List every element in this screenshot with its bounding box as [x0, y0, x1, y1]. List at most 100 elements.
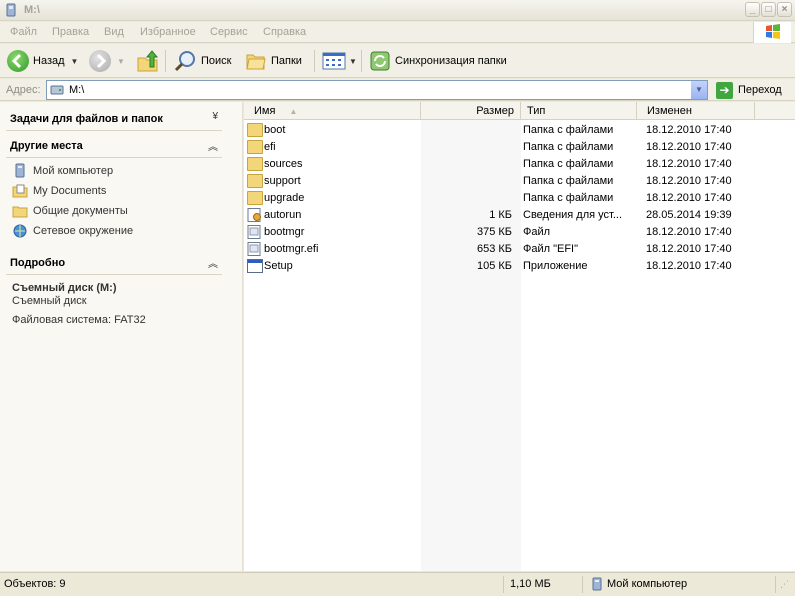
- place-link-network[interactable]: Сетевое окружение: [12, 223, 133, 239]
- resize-grip-icon[interactable]: ⋰: [780, 579, 789, 590]
- column-type-label: Тип: [527, 105, 546, 117]
- close-button[interactable]: ×: [777, 2, 792, 17]
- forward-dropdown-icon[interactable]: ▼: [117, 57, 125, 66]
- menu-file[interactable]: Файл: [10, 26, 37, 38]
- forward-button[interactable]: ▼: [89, 48, 125, 74]
- menu-help[interactable]: Справка: [263, 26, 306, 38]
- list-item[interactable]: bootmgr 375 КБ Файл 18.12.2010 17:40: [244, 224, 795, 241]
- up-folder-button[interactable]: [136, 48, 160, 74]
- details-section-header[interactable]: Подробно ︽: [0, 252, 230, 274]
- list-item[interactable]: autorun 1 КБ Сведения для уст... 28.05.2…: [244, 207, 795, 224]
- chevron-down-icon[interactable]: ¥: [212, 111, 218, 122]
- autorun-settings-icon: [247, 208, 261, 222]
- column-size[interactable]: Размер: [421, 102, 521, 120]
- search-icon: [174, 51, 195, 72]
- list-item[interactable]: bootmgr.efi 653 КБ Файл "EFI" 18.12.2010…: [244, 241, 795, 258]
- views-dropdown-icon[interactable]: ▼: [349, 57, 357, 66]
- place-link-my-documents[interactable]: My Documents: [12, 183, 106, 199]
- address-input[interactable]: M:\ ▼: [46, 80, 708, 100]
- chevron-up-icon[interactable]: ︽: [208, 255, 218, 270]
- file-type: Сведения для уст...: [523, 209, 623, 221]
- folders-button[interactable]: Папки: [245, 48, 302, 74]
- list-item[interactable]: boot Папка с файлами 18.12.2010 17:40: [244, 122, 795, 139]
- application-icon: [247, 259, 263, 273]
- place-label: Общие документы: [33, 205, 128, 217]
- list-item[interactable]: upgrade Папка с файлами 18.12.2010 17:40: [244, 190, 795, 207]
- my-computer-icon: [15, 163, 25, 178]
- column-modified[interactable]: Изменен: [637, 102, 755, 120]
- list-item[interactable]: support Папка с файлами 18.12.2010 17:40: [244, 173, 795, 190]
- search-label: Поиск: [201, 55, 232, 67]
- windows-logo: [753, 22, 791, 43]
- list-item[interactable]: efi Папка с файлами 18.12.2010 17:40: [244, 139, 795, 156]
- column-name-label: Имя: [254, 105, 276, 117]
- list-item[interactable]: Setup 105 КБ Приложение 18.12.2010 17:40: [244, 258, 795, 275]
- column-modified-label: Изменен: [647, 105, 692, 117]
- network-places-icon: [13, 224, 27, 238]
- task-pane: Задачи для файлов и папок ¥ Другие места…: [0, 102, 243, 571]
- places-section-header[interactable]: Другие места ︽: [0, 135, 230, 157]
- file-name: bootmgr.efi: [264, 243, 319, 255]
- window-title: M:\: [24, 4, 40, 16]
- folders-icon: [246, 54, 266, 70]
- file-size: 105 КБ: [476, 260, 512, 272]
- file-size: 1 КБ: [489, 209, 512, 221]
- address-label: Адрес:: [6, 84, 41, 96]
- file-modified: 18.12.2010 17:40: [646, 141, 732, 153]
- up-folder-icon: [137, 50, 159, 72]
- place-label: My Documents: [33, 185, 107, 197]
- folders-label: Папки: [271, 55, 302, 67]
- menu-view[interactable]: Вид: [104, 26, 124, 38]
- folder-icon: [247, 157, 263, 171]
- views-button[interactable]: ▼: [322, 48, 357, 74]
- file-icon: [247, 242, 261, 256]
- status-location: Мой компьютер: [607, 578, 688, 590]
- maximize-button[interactable]: □: [761, 2, 776, 17]
- place-link-my-computer[interactable]: Мой компьютер: [12, 163, 113, 179]
- menu-favorites[interactable]: Избранное: [140, 26, 196, 38]
- file-name: sources: [264, 158, 303, 170]
- list-item[interactable]: sources Папка с файлами 18.12.2010 17:40: [244, 156, 795, 173]
- file-type: Приложение: [523, 260, 588, 272]
- menu-tools[interactable]: Сервис: [210, 26, 248, 38]
- sync-folder-button[interactable]: Синхронизация папки: [369, 48, 507, 74]
- tasks-section-header[interactable]: Задачи для файлов и папок ¥: [0, 108, 230, 130]
- place-link-shared-documents[interactable]: Общие документы: [12, 203, 128, 219]
- file-modified: 28.05.2014 19:39: [646, 209, 732, 221]
- file-name: autorun: [264, 209, 302, 221]
- search-button[interactable]: Поиск: [173, 48, 231, 74]
- shared-documents-icon: [12, 206, 28, 218]
- details-section-title: Подробно: [10, 257, 66, 269]
- back-dropdown-icon[interactable]: ▼: [71, 57, 79, 66]
- my-documents-icon: [12, 184, 28, 198]
- file-type: Файл "EFI": [523, 243, 579, 255]
- chevron-up-icon[interactable]: ︽: [208, 138, 218, 153]
- file-name: upgrade: [264, 192, 305, 204]
- back-label: Назад: [33, 55, 65, 67]
- back-button[interactable]: Назад ▼: [7, 48, 78, 74]
- tasks-section-title: Задачи для файлов и папок: [10, 113, 163, 125]
- folder-icon: [247, 140, 263, 154]
- minimize-button[interactable]: _: [745, 2, 760, 17]
- file-modified: 18.12.2010 17:40: [646, 158, 732, 170]
- file-modified: 18.12.2010 17:40: [646, 226, 732, 238]
- column-size-label: Размер: [476, 105, 514, 117]
- forward-arrow-icon: [89, 50, 111, 72]
- status-total-size: 1,10 МБ: [510, 578, 551, 590]
- column-header-row: Имя ▲ Размер Тип Изменен: [244, 102, 795, 120]
- file-modified: 18.12.2010 17:40: [646, 175, 732, 187]
- file-size: 375 КБ: [476, 226, 512, 238]
- folder-icon: [247, 123, 263, 137]
- column-name[interactable]: Имя ▲: [244, 102, 421, 120]
- column-type[interactable]: Тип: [521, 102, 637, 120]
- folder-icon: [247, 174, 263, 188]
- file-name: Setup: [264, 260, 293, 272]
- sort-ascending-icon: ▲: [289, 107, 298, 116]
- file-modified: 18.12.2010 17:40: [646, 192, 732, 204]
- file-modified: 18.12.2010 17:40: [646, 243, 732, 255]
- address-dropdown-icon[interactable]: ▼: [690, 81, 707, 99]
- places-section-title: Другие места: [10, 140, 83, 152]
- file-type: Папка с файлами: [523, 192, 614, 204]
- go-button[interactable]: ➔ Переход: [716, 81, 782, 99]
- menu-edit[interactable]: Правка: [52, 26, 89, 38]
